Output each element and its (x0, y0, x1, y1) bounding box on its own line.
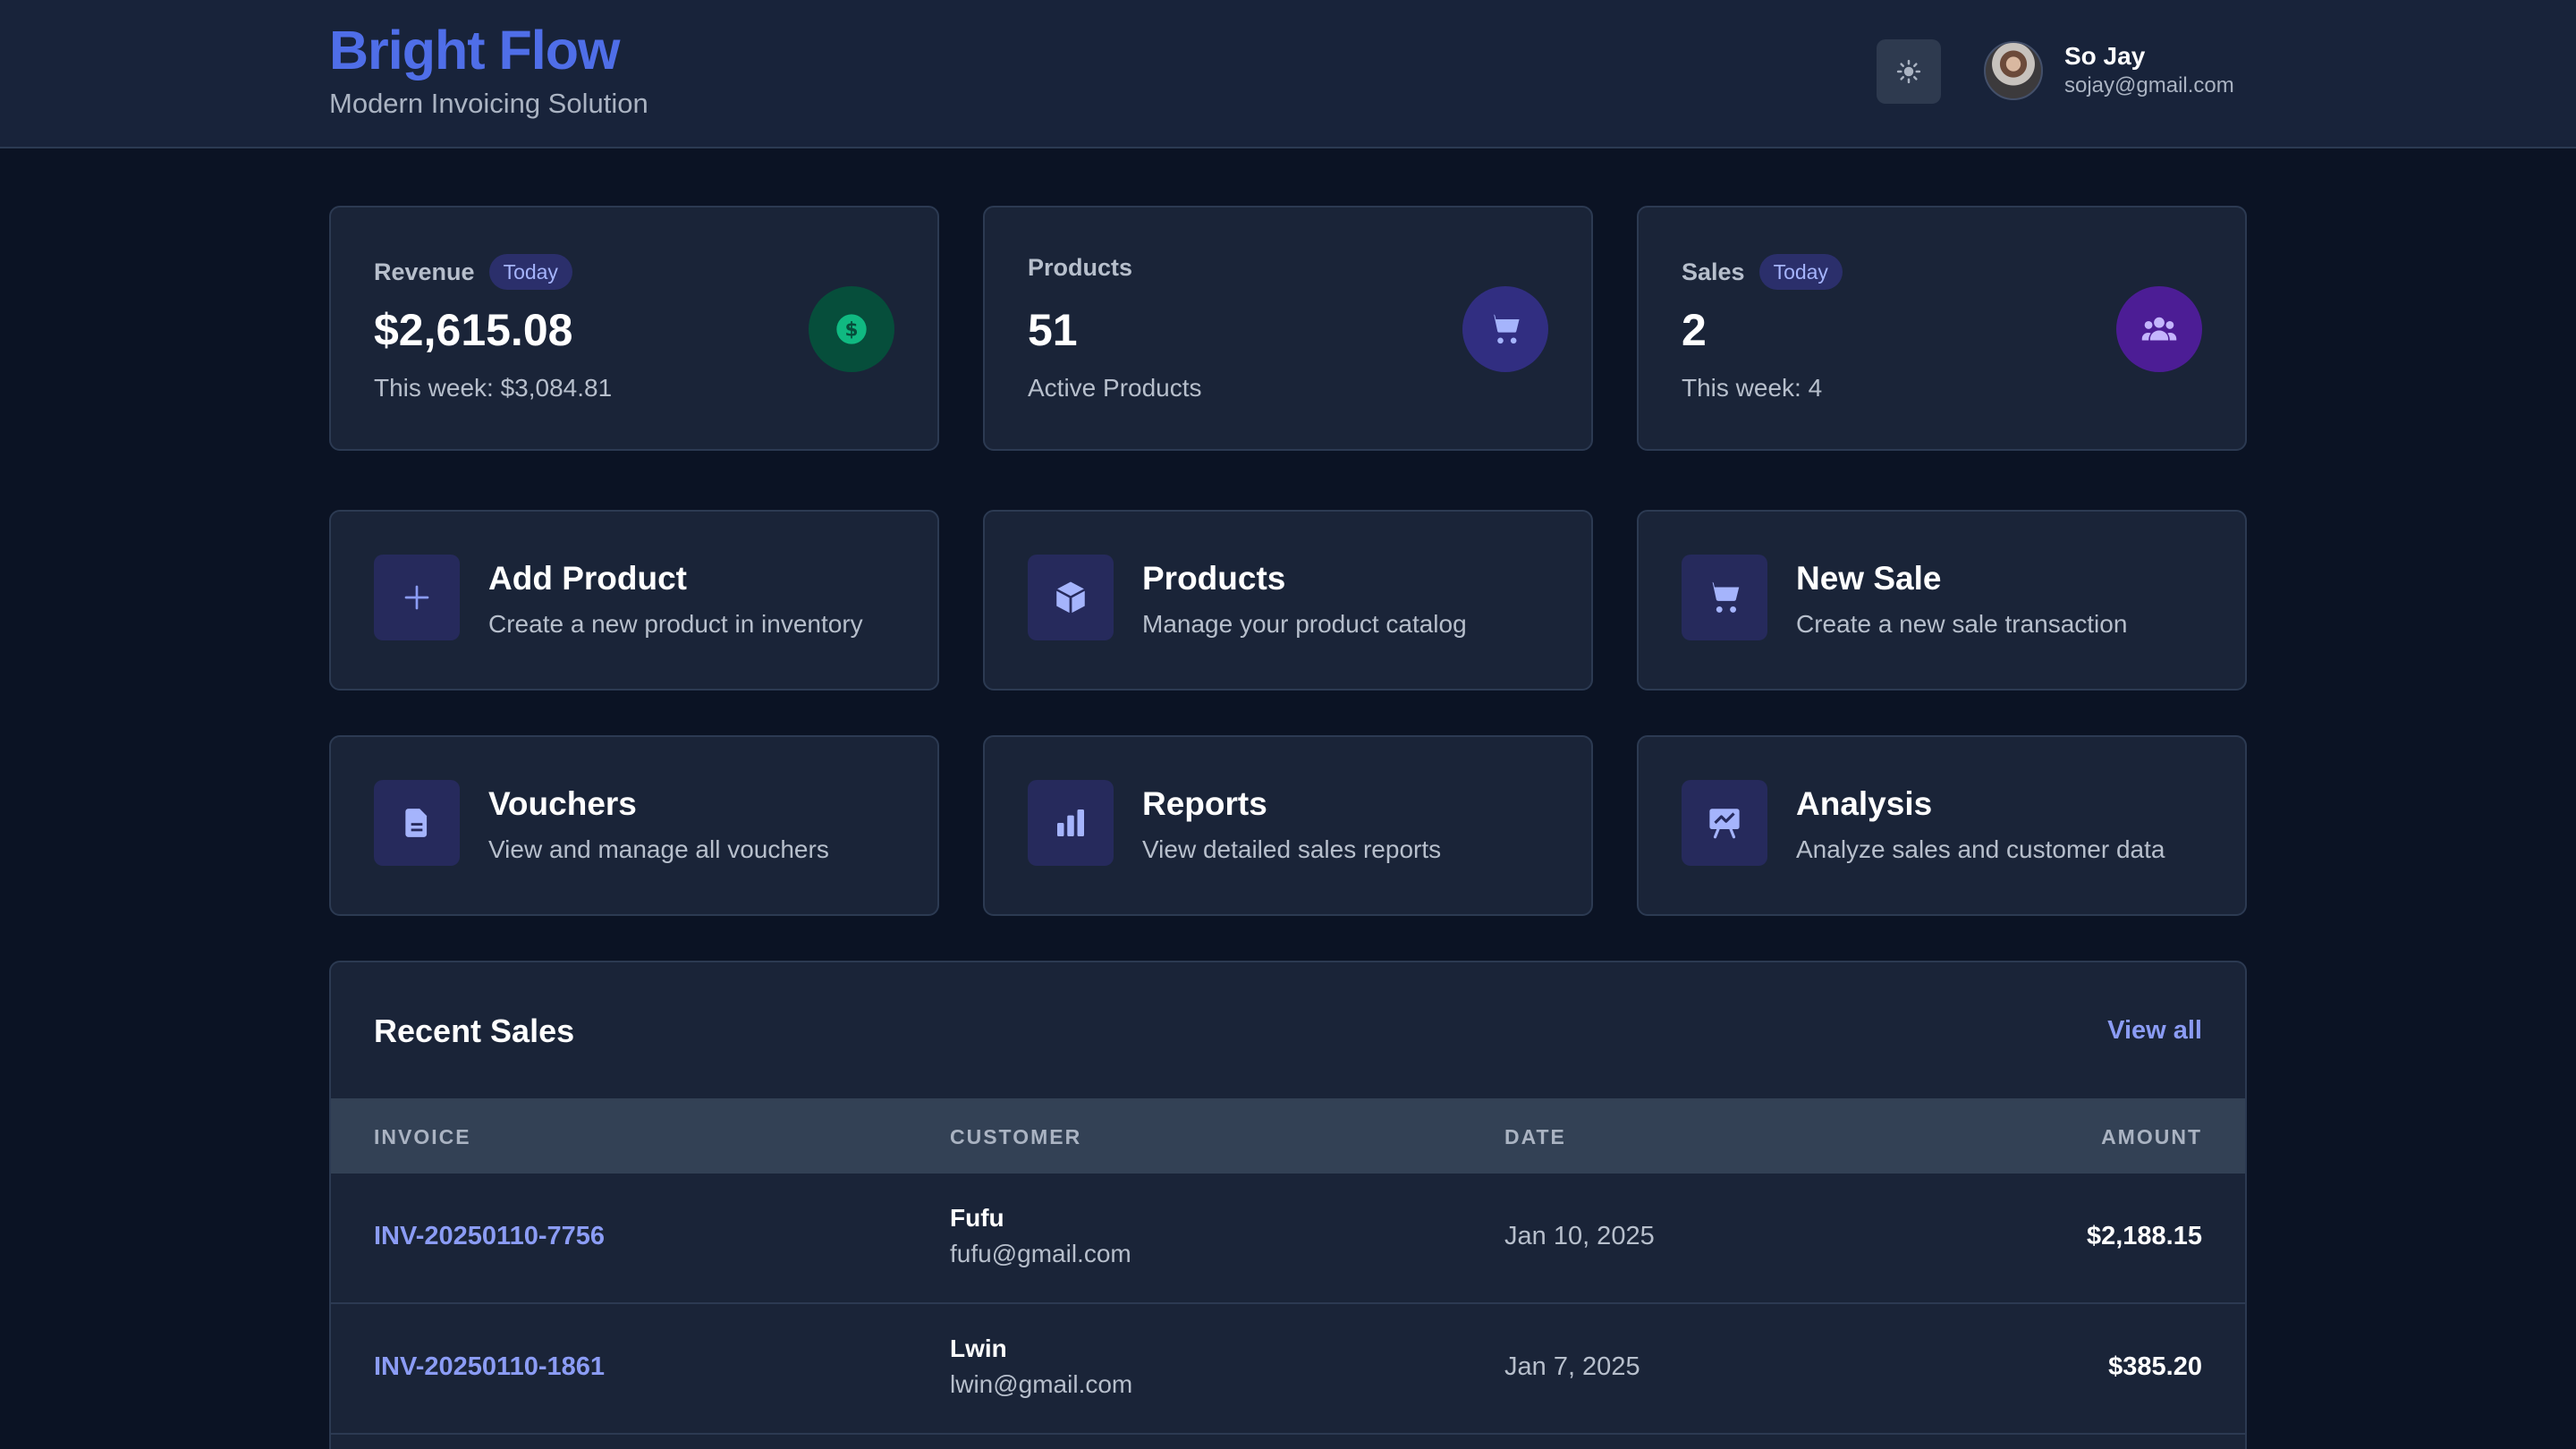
stat-icon-badge (2116, 286, 2202, 372)
svg-text:$: $ (844, 319, 858, 342)
stat-subtext: This week: 4 (1682, 374, 1823, 402)
stat-label: Sales (1682, 258, 1745, 285)
column-header-date[interactable]: DATE (1504, 1125, 1566, 1149)
avatar[interactable] (1984, 41, 2043, 100)
action-title: New Sale (1796, 560, 1942, 597)
user-name: So Jay (2064, 42, 2146, 70)
document-icon (405, 809, 428, 837)
view-all-link[interactable]: View all (2107, 1016, 2202, 1046)
cart-icon (1707, 581, 1740, 613)
app-header: Bright Flow Modern Invoicing Solution So… (0, 0, 2576, 148)
action-icon-tile (1028, 780, 1114, 866)
user-email: sojay@gmail.com (2064, 73, 2234, 97)
action-description: Create a new sale transaction (1796, 610, 2128, 638)
action-icon-tile (374, 780, 460, 866)
stat-value: 51 (1028, 305, 1078, 355)
table-row[interactable]: INV-20250110-7756 Fufu fufu@gmail.com Ja… (331, 1174, 2245, 1304)
stat-card-sales: Sales Today 2 This week: 4 (1637, 206, 2247, 451)
today-badge: Today (488, 254, 572, 290)
brand: Bright Flow Modern Invoicing Solution (329, 14, 648, 122)
stat-subtext: This week: $3,084.81 (374, 374, 613, 402)
action-title: Reports (1142, 785, 1267, 822)
action-description: Manage your product catalog (1142, 610, 1467, 638)
stat-value: $2,615.08 (374, 305, 573, 355)
action-description: View and manage all vouchers (488, 835, 829, 863)
bar-chart-icon (1057, 809, 1084, 836)
users-icon (2141, 317, 2177, 341)
stat-icon-badge (1462, 286, 1548, 372)
action-icon-tile (1028, 555, 1114, 640)
action-icon-tile (1682, 555, 1767, 640)
action-card-new-sale[interactable]: New Sale Create a new sale transaction (1637, 510, 2247, 691)
action-title: Add Product (488, 560, 687, 597)
cube-icon (1056, 581, 1085, 614)
action-card-analysis[interactable]: Analysis Analyze sales and customer data (1637, 735, 2247, 916)
action-icon-tile (1682, 780, 1767, 866)
sun-icon (1896, 59, 1921, 84)
theme-toggle-button[interactable] (1877, 39, 1941, 104)
table-row[interactable]: INV-20250110-1861 Lwin lwin@gmail.com Ja… (331, 1304, 2245, 1435)
action-description: View detailed sales reports (1142, 835, 1442, 863)
recent-sales-title: Recent Sales (374, 1013, 575, 1049)
sale-date: Jan 10, 2025 (1504, 1222, 1655, 1250)
recent-sales-panel: Recent Sales View all INVOICE CUSTOMER D… (329, 961, 2247, 1449)
action-card-add-product[interactable]: Add Product Create a new product in inve… (329, 510, 939, 691)
stat-label: Revenue (374, 258, 475, 285)
table-header: INVOICE CUSTOMER DATE AMOUNT (331, 1098, 2245, 1174)
cart-icon (1488, 314, 1520, 344)
sale-date: Jan 7, 2025 (1504, 1352, 1640, 1381)
action-description: Analyze sales and customer data (1796, 835, 2165, 863)
stat-label-row: Products (1028, 254, 1132, 282)
user-info: So Jay sojay@gmail.com (2064, 41, 2234, 100)
user-menu[interactable]: So Jay sojay@gmail.com (1984, 41, 2234, 100)
presentation-chart-icon (1709, 809, 1740, 839)
stat-label-row: Revenue Today (374, 254, 572, 290)
customer-email: lwin@gmail.com (950, 1370, 1133, 1398)
action-card-products[interactable]: Products Manage your product catalog (983, 510, 1593, 691)
action-title: Vouchers (488, 785, 637, 822)
stat-icon-badge: $ (809, 286, 894, 372)
today-badge: Today (1758, 254, 1843, 290)
stat-label: Products (1028, 254, 1133, 281)
column-header-amount[interactable]: AMOUNT (2101, 1125, 2202, 1149)
customer-email: fufu@gmail.com (950, 1240, 1131, 1267)
stat-value: 2 (1682, 305, 1707, 355)
column-header-customer[interactable]: CUSTOMER (950, 1125, 1081, 1149)
action-description: Create a new product in inventory (488, 610, 863, 638)
stat-label-row: Sales Today (1682, 254, 1843, 290)
column-header-invoice[interactable]: INVOICE (374, 1125, 471, 1149)
action-card-reports[interactable]: Reports View detailed sales reports (983, 735, 1593, 916)
invoice-link[interactable]: INV-20250110-7756 (374, 1222, 605, 1251)
plus-icon (404, 585, 429, 610)
action-card-vouchers[interactable]: Vouchers View and manage all vouchers (329, 735, 939, 916)
action-icon-tile (374, 555, 460, 640)
brand-title[interactable]: Bright Flow (329, 14, 648, 86)
stat-subtext: Active Products (1028, 374, 1202, 402)
invoice-link[interactable]: INV-20250110-1861 (374, 1352, 605, 1382)
dollar-icon: $ (836, 314, 867, 344)
sale-amount: $2,188.15 (2086, 1222, 2202, 1250)
brand-subtitle: Modern Invoicing Solution (329, 88, 648, 119)
action-title: Products (1142, 560, 1286, 597)
customer-name: Fufu (950, 1204, 1004, 1232)
stat-card-revenue: Revenue Today $2,615.08 This week: $3,08… (329, 206, 939, 451)
action-title: Analysis (1796, 785, 1933, 822)
customer-name: Lwin (950, 1335, 1007, 1362)
stat-card-products: Products 51 Active Products (983, 206, 1593, 451)
sale-amount: $385.20 (2108, 1352, 2202, 1381)
